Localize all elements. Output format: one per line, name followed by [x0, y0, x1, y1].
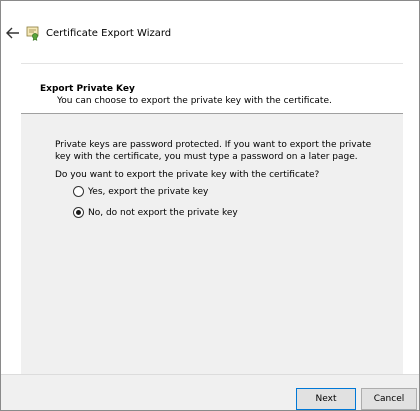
option-no-export[interactable]: No, do not export the private key [73, 207, 238, 218]
radio-yes-export[interactable] [73, 186, 84, 197]
page-subtitle: You can choose to export the private key… [57, 96, 332, 106]
page-title: Export Private Key [40, 84, 135, 94]
question-text: Do you want to export the private key wi… [55, 170, 320, 180]
radio-no-export[interactable] [73, 207, 84, 218]
certificate-icon [25, 25, 41, 41]
back-arrow-icon[interactable] [5, 25, 21, 41]
description-text: Private keys are password protected. If … [55, 140, 372, 162]
next-button[interactable]: Next [296, 388, 356, 410]
cancel-button[interactable]: Cancel [361, 388, 417, 410]
page-header: Export Private Key You can choose to exp… [21, 63, 403, 114]
wizard-footer: Next Cancel [1, 374, 419, 410]
option-yes-export[interactable]: Yes, export the private key [73, 186, 208, 197]
title-bar: Certificate Export Wizard [1, 1, 419, 63]
wizard-body: Private keys are password protected. If … [21, 114, 403, 374]
option-no-label: No, do not export the private key [88, 207, 238, 218]
wizard-title: Certificate Export Wizard [46, 28, 172, 39]
wizard-window: Certificate Export Wizard Export Private… [0, 0, 420, 411]
option-yes-label: Yes, export the private key [88, 186, 209, 197]
